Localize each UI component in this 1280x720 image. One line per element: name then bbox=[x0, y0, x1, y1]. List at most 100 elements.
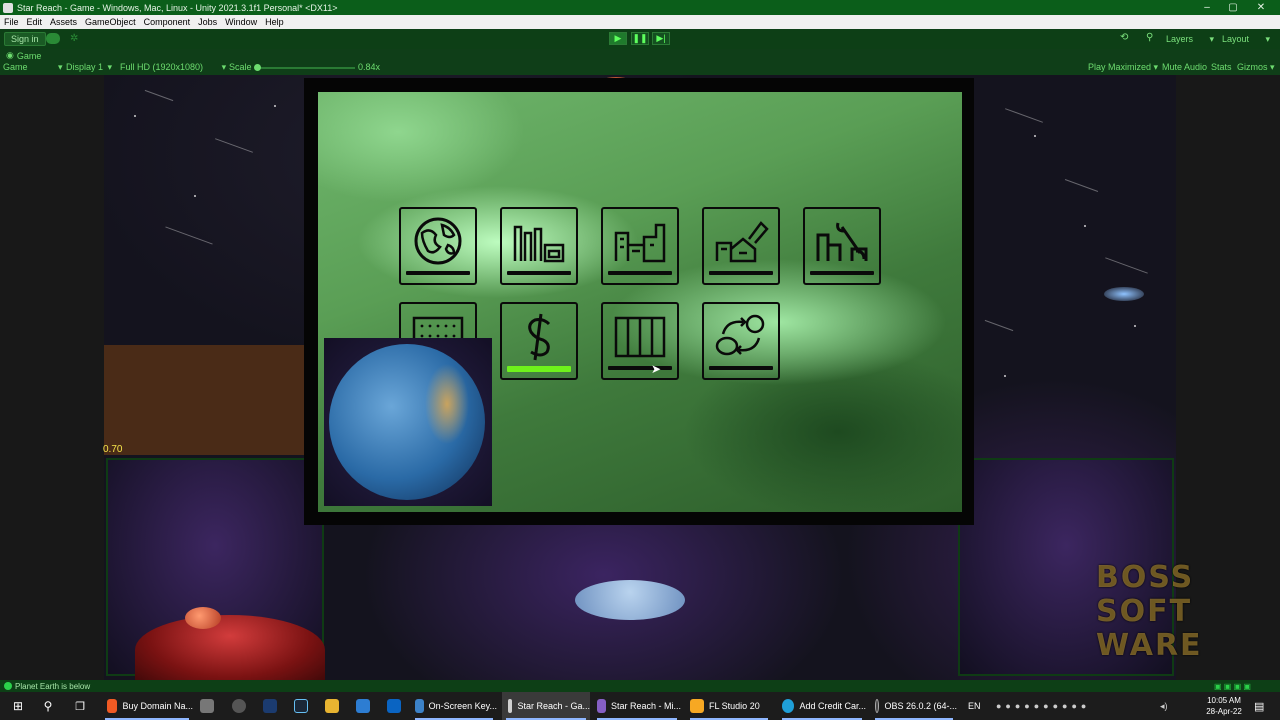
taskbar-clock[interactable]: 10:05 AM 28-Apr-22 bbox=[1196, 695, 1252, 717]
play-button[interactable]: ▶ bbox=[609, 32, 627, 45]
taskbar-app-fl-studio[interactable]: FL Studio 20 bbox=[686, 692, 772, 720]
taskbar-app-label: FL Studio 20 bbox=[709, 701, 760, 711]
finance-tile[interactable] bbox=[500, 302, 578, 380]
display-dropdown[interactable]: Display 1 ▾ bbox=[66, 62, 112, 73]
menu-gameobject[interactable]: GameObject bbox=[81, 17, 140, 27]
status-message[interactable]: Planet Earth is below bbox=[15, 682, 90, 691]
sign-in-button[interactable]: Sign in bbox=[4, 32, 46, 46]
layers-dropdown[interactable]: Layers ▾ bbox=[1162, 32, 1218, 46]
scale-slider[interactable] bbox=[255, 67, 355, 69]
minimize-button[interactable]: – bbox=[1194, 0, 1220, 15]
monitor-icon bbox=[356, 699, 370, 713]
step-button[interactable]: ▶| bbox=[652, 32, 670, 45]
unity-icon bbox=[508, 699, 513, 713]
menu-component[interactable]: Component bbox=[140, 17, 195, 27]
city-tile[interactable] bbox=[601, 207, 679, 285]
viewport-letterbox-left bbox=[0, 75, 104, 680]
edge-icon bbox=[782, 699, 795, 713]
taskbar-app-explorer[interactable] bbox=[321, 692, 343, 720]
chevron-down-icon: ▾ bbox=[1265, 33, 1270, 44]
pause-button[interactable]: ❚❚ bbox=[631, 32, 649, 45]
mute-audio-toggle[interactable]: Mute Audio bbox=[1162, 62, 1207, 72]
taskbar-app-onscreen-keyboard[interactable]: On-Screen Key... bbox=[411, 692, 497, 720]
volume-icon[interactable]: ◂) bbox=[1160, 692, 1168, 720]
factory-icon bbox=[513, 225, 565, 263]
menu-jobs[interactable]: Jobs bbox=[194, 17, 221, 27]
taskbar-app-outlook[interactable] bbox=[383, 692, 405, 720]
resolution-dropdown[interactable]: Full HD (1920x1080) ▾ bbox=[120, 62, 226, 73]
scale-slider-handle[interactable] bbox=[254, 64, 261, 71]
taskbar-app-edge[interactable]: Add Credit Car... bbox=[778, 692, 866, 720]
windows-start-icon[interactable]: ⊞ bbox=[8, 692, 28, 720]
game-mode-dropdown[interactable]: Game ▾ bbox=[3, 62, 63, 73]
gizmos-dropdown[interactable]: Gizmos ▾ bbox=[1237, 62, 1275, 73]
storage-tile[interactable] bbox=[601, 302, 679, 380]
repair-tile-bar bbox=[810, 271, 874, 275]
language-indicator[interactable]: EN bbox=[968, 692, 981, 720]
brave-icon bbox=[107, 699, 118, 713]
chevron-down-icon: ▾ bbox=[1153, 62, 1159, 72]
watermark-line-3: WARE bbox=[1096, 628, 1203, 663]
layout-label: Layout bbox=[1222, 34, 1250, 44]
resolution-label: Full HD (1920x1080) bbox=[120, 62, 204, 72]
taskbar-app-visual-studio[interactable]: Star Reach - Mi... bbox=[593, 692, 681, 720]
menu-window[interactable]: Window bbox=[221, 17, 261, 27]
trade-tile[interactable] bbox=[702, 302, 780, 380]
construction-tile[interactable] bbox=[702, 207, 780, 285]
industry-tile[interactable] bbox=[500, 207, 578, 285]
notification-icon[interactable]: ▤ bbox=[1254, 692, 1264, 720]
menu-bar: File Edit Assets GameObject Component Jo… bbox=[0, 15, 1280, 29]
taskbar-app-unity[interactable]: Star Reach - Ga... bbox=[502, 692, 590, 720]
taskbar-app-misc[interactable] bbox=[196, 692, 218, 720]
finance-tile-bar-selected bbox=[507, 366, 571, 372]
taskbar-app-label: On-Screen Key... bbox=[428, 701, 497, 711]
taskbar-app-steam[interactable] bbox=[290, 692, 312, 720]
scale-value: 0.84x bbox=[358, 62, 381, 72]
status-tool-icons[interactable]: ▣ ▣ ▣ ▣ bbox=[1214, 682, 1251, 691]
task-view-icon[interactable]: ❐ bbox=[70, 692, 90, 720]
watermark-line-2: SOFT bbox=[1096, 594, 1193, 629]
taskbar-app-photoshop[interactable] bbox=[259, 692, 281, 720]
search-icon[interactable]: ⚲ bbox=[38, 692, 58, 720]
cloud-icon[interactable] bbox=[46, 33, 60, 44]
planet-tile[interactable] bbox=[399, 207, 477, 285]
menu-help[interactable]: Help bbox=[261, 17, 288, 27]
planet-globe-icon bbox=[414, 217, 462, 265]
player-spaceship bbox=[135, 607, 325, 680]
taskbar-app-brave[interactable]: Buy Domain Na... bbox=[101, 692, 193, 720]
repair-tile[interactable] bbox=[803, 207, 881, 285]
wrench-buildings-icon bbox=[816, 222, 868, 261]
mouse-cursor-icon: ➤ bbox=[651, 362, 662, 376]
clock-time: 10:05 AM bbox=[1207, 696, 1241, 705]
play-maximized-dropdown[interactable]: Play Maximized ▾ bbox=[1088, 62, 1158, 73]
folder-icon bbox=[325, 699, 339, 713]
taskbar-app-obs[interactable]: OBS 26.0.2 (64-... bbox=[871, 692, 957, 720]
columns-icon bbox=[614, 316, 666, 358]
menu-file[interactable]: File bbox=[0, 17, 23, 27]
tab-game[interactable]: ◉ Game bbox=[6, 50, 41, 61]
maximize-button[interactable]: ▢ bbox=[1220, 0, 1246, 15]
search-icon[interactable]: ⚲ bbox=[1146, 32, 1153, 43]
collab-icon[interactable]: ✲ bbox=[70, 33, 78, 44]
play-icon: ▶ bbox=[614, 33, 622, 43]
photoshop-icon bbox=[263, 699, 277, 713]
history-icon[interactable]: ⟲ bbox=[1120, 32, 1128, 43]
taskbar-app-remote[interactable] bbox=[352, 692, 374, 720]
app-icon bbox=[200, 699, 214, 713]
close-button[interactable]: ✕ bbox=[1248, 0, 1274, 15]
system-tray-icons[interactable]: ●●●●●●●●●● bbox=[996, 692, 1090, 720]
layout-dropdown[interactable]: Layout ▾ bbox=[1218, 32, 1274, 46]
layers-label: Layers bbox=[1166, 34, 1194, 44]
outlook-icon bbox=[387, 699, 401, 713]
stats-toggle[interactable]: Stats bbox=[1211, 62, 1232, 72]
planet-blue bbox=[575, 580, 685, 620]
taskbar-app-label: Star Reach - Mi... bbox=[610, 701, 681, 711]
keyboard-icon bbox=[415, 699, 424, 713]
taskbar-app-label: OBS 26.0.2 (64-... bbox=[884, 701, 957, 711]
taskbar-app-obs-circle[interactable] bbox=[228, 692, 250, 720]
spaceship-cockpit bbox=[185, 607, 221, 629]
industry-tile-bar bbox=[507, 271, 571, 275]
menu-assets[interactable]: Assets bbox=[46, 17, 81, 27]
menu-edit[interactable]: Edit bbox=[23, 17, 47, 27]
windows-taskbar: ⊞ ⚲ ❐ Buy Domain Na... On-Screen Key... … bbox=[0, 692, 1280, 720]
